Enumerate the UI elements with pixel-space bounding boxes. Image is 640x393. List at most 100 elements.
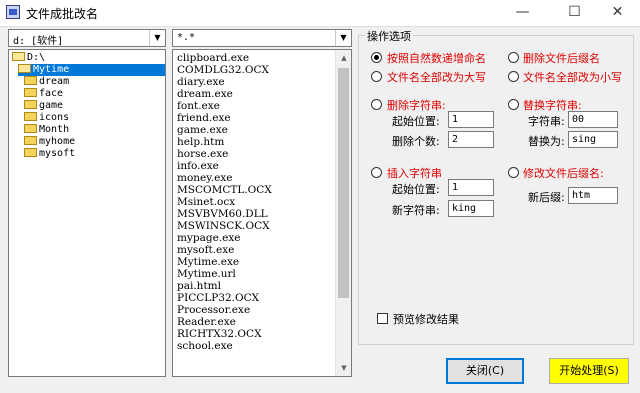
directory-item[interactable]: face — [24, 87, 64, 100]
folder-icon — [24, 111, 37, 121]
folder-icon — [24, 135, 37, 145]
file-items: clipboard.exe COMDLG32.OCX diary.exe dream.… — [177, 52, 272, 352]
preview-checkbox[interactable] — [377, 313, 388, 324]
file-item[interactable]: horse.exe — [177, 148, 272, 160]
directory-item-label: myhome — [39, 136, 76, 147]
directory-item[interactable]: dream — [24, 75, 70, 88]
file-item[interactable]: friend.exe — [177, 112, 272, 124]
file-filter-value: *.* — [177, 32, 196, 43]
file-item[interactable]: Processor.exe — [177, 304, 272, 316]
minimize-button[interactable]: — — [500, 0, 545, 26]
file-item[interactable]: MSVBVM60.DLL — [177, 208, 272, 220]
file-list[interactable]: clipboard.exe COMDLG32.OCX diary.exe dream.… — [172, 49, 352, 377]
file-item[interactable]: Mytime.url — [177, 268, 272, 280]
insert-string-radio[interactable] — [371, 167, 382, 178]
to-upper-label[interactable]: 文件名全部改为大写 — [387, 69, 486, 85]
directory-item[interactable]: mysoft — [24, 147, 76, 160]
options-group-title: 操作选项 — [365, 28, 413, 44]
directory-item-label: icons — [39, 112, 70, 123]
directory-item-label: mysoft — [39, 148, 76, 159]
file-item[interactable]: school.exe — [177, 340, 272, 352]
directory-item-label: Mytime — [33, 64, 70, 75]
close-button[interactable]: 关闭(C) — [446, 358, 524, 384]
folder-icon — [24, 75, 37, 85]
file-item[interactable]: font.exe — [177, 100, 272, 112]
file-item[interactable]: clipboard.exe — [177, 52, 272, 64]
change-ext-new-input[interactable]: htm — [568, 187, 618, 204]
to-lower-label[interactable]: 文件名全部改为小写 — [523, 69, 622, 85]
delete-string-radio[interactable] — [371, 99, 382, 110]
file-item[interactable]: PICCLP32.OCX — [177, 292, 272, 304]
file-item[interactable]: info.exe — [177, 160, 272, 172]
file-item[interactable]: COMDLG32.OCX — [177, 64, 272, 76]
file-item[interactable]: game.exe — [177, 124, 272, 136]
start-processing-button[interactable]: 开始处理(S) — [549, 358, 629, 384]
directory-item-label: face — [39, 88, 64, 99]
replace-with-input[interactable]: sing — [568, 131, 618, 148]
delete-ext-radio[interactable] — [508, 52, 519, 63]
replace-string-radio[interactable] — [508, 99, 519, 110]
close-window-button[interactable]: ✕ — [595, 0, 640, 26]
file-item[interactable]: help.htm — [177, 136, 272, 148]
app-icon — [6, 5, 20, 19]
delete-count-label: 删除个数: — [392, 135, 440, 148]
window-title: 文件成批改名 — [26, 7, 99, 21]
chevron-down-icon[interactable]: ▼ — [149, 30, 165, 46]
maximize-button[interactable]: ☐ — [552, 0, 597, 26]
natural-order-label[interactable]: 按照自然数递增命名 — [387, 50, 486, 66]
file-item[interactable]: mysoft.exe — [177, 244, 272, 256]
preview-label[interactable]: 预览修改结果 — [393, 311, 459, 327]
delete-start-input[interactable]: 1 — [448, 111, 494, 128]
directory-item-label: Month — [39, 124, 70, 135]
directory-item[interactable]: Mytime — [18, 63, 165, 76]
folder-icon — [24, 87, 37, 97]
natural-order-radio[interactable] — [371, 52, 382, 63]
delete-string-label[interactable]: 删除字符串: — [387, 97, 446, 113]
chevron-down-icon[interactable]: ▼ — [335, 30, 351, 46]
change-ext-radio[interactable] — [508, 167, 519, 178]
replace-find-input[interactable]: 00 — [568, 111, 618, 128]
folder-icon — [24, 123, 37, 133]
file-item[interactable]: money.exe — [177, 172, 272, 184]
file-item[interactable]: RICHTX32.OCX — [177, 328, 272, 340]
folder-icon — [24, 147, 37, 157]
insert-new-input[interactable]: king — [448, 200, 494, 217]
insert-start-input[interactable]: 1 — [448, 179, 494, 196]
directory-item-label: D:\ — [27, 52, 46, 63]
file-item[interactable]: Msinet.ocx — [177, 196, 272, 208]
directory-item-label: dream — [39, 76, 70, 87]
directory-item[interactable]: Month — [24, 123, 70, 136]
change-ext-label[interactable]: 修改文件后缀名: — [523, 165, 604, 181]
replace-find-label: 字符串: — [528, 115, 565, 128]
to-upper-radio[interactable] — [371, 71, 382, 82]
file-item[interactable]: MSCOMCTL.OCX — [177, 184, 272, 196]
delete-count-input[interactable]: 2 — [448, 131, 494, 148]
file-item[interactable]: diary.exe — [177, 76, 272, 88]
directory-item[interactable]: D:\ — [12, 51, 46, 64]
folder-icon — [24, 99, 37, 109]
file-item[interactable]: Reader.exe — [177, 316, 272, 328]
file-item[interactable]: mypage.exe — [177, 232, 272, 244]
file-item[interactable]: Mytime.exe — [177, 256, 272, 268]
file-item[interactable]: pai.html — [177, 280, 272, 292]
insert-string-label[interactable]: 插入字符串 — [387, 165, 442, 181]
file-filter-select[interactable]: *.* ▼ — [172, 29, 352, 47]
insert-start-label: 起始位置: — [392, 183, 440, 196]
directory-item[interactable]: game — [24, 99, 64, 112]
drive-select[interactable]: d: [软件] ▼ — [8, 29, 166, 47]
window-client-area: d: [软件] ▼ D:\ Mytime dream face game icons Mon… — [0, 26, 640, 393]
delete-start-label: 起始位置: — [392, 115, 440, 128]
file-item[interactable]: MSWINSCK.OCX — [177, 220, 272, 232]
drive-select-value: d: [软件] — [13, 36, 64, 47]
scroll-down-arrow-icon[interactable]: ▼ — [336, 360, 351, 376]
scrollbar-thumb[interactable] — [338, 68, 349, 298]
file-item[interactable]: dream.exe — [177, 88, 272, 100]
delete-ext-label[interactable]: 删除文件后缀名 — [523, 50, 600, 66]
directory-item[interactable]: myhome — [24, 135, 76, 148]
directory-item-label: game — [39, 100, 64, 111]
scroll-up-arrow-icon[interactable]: ▲ — [336, 50, 351, 66]
directory-item[interactable]: icons — [24, 111, 70, 124]
to-lower-radio[interactable] — [508, 71, 519, 82]
directory-list[interactable]: D:\ Mytime dream face game icons Month myhome my… — [8, 49, 166, 377]
file-list-scrollbar[interactable]: ▲ ▼ — [335, 50, 351, 376]
